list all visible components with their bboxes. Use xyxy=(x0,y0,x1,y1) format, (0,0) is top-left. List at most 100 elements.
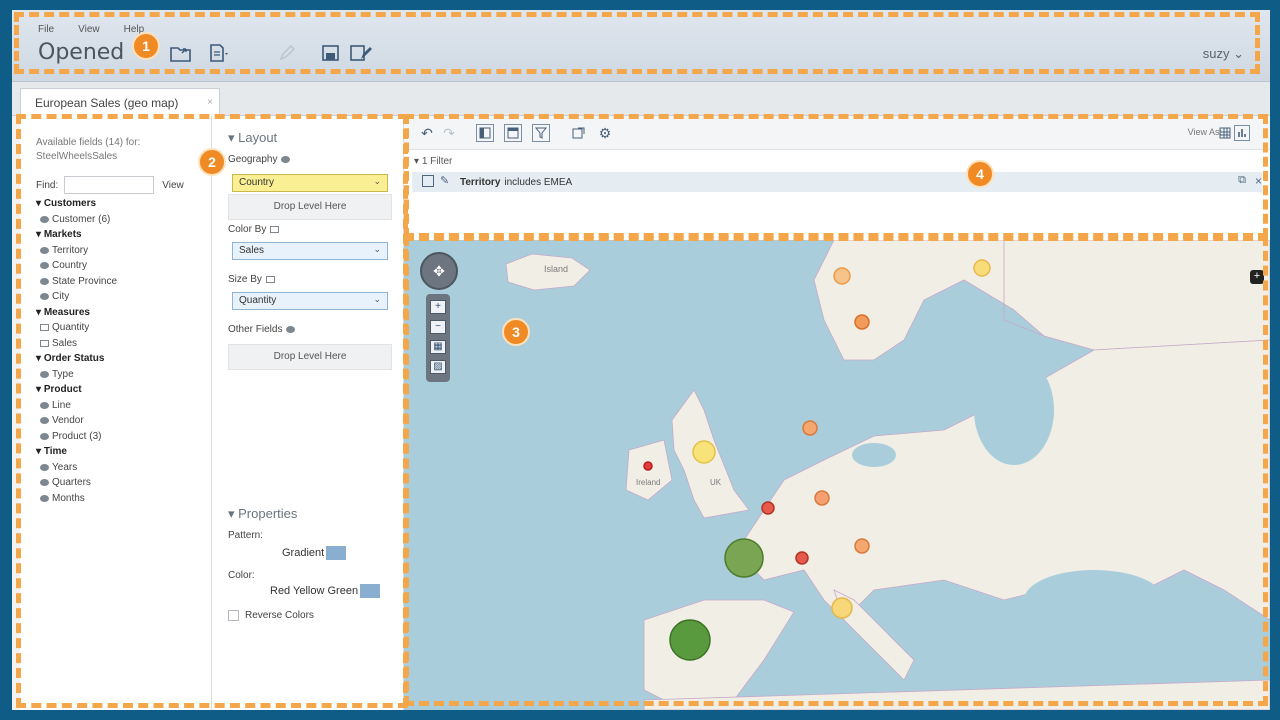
fields-header: Available fields (14) for: SteelWheelsSa… xyxy=(36,136,140,164)
layout-toggle-icon[interactable] xyxy=(476,124,494,142)
field-item[interactable]: Customer (6) xyxy=(36,212,117,228)
pattern-select[interactable]: Gradient xyxy=(282,546,347,560)
color-label: Color: xyxy=(228,570,255,581)
field-tree: ▾ Customers Customer (6) ▾ Markets Terri… xyxy=(36,196,117,506)
level-icon xyxy=(40,401,49,409)
field-item[interactable]: Line xyxy=(36,398,117,414)
layout-section-title[interactable]: ▾ Layout xyxy=(228,130,277,146)
save-icon[interactable] xyxy=(318,42,344,64)
filter-condition: includes EMEA xyxy=(504,176,573,188)
tab-strip: European Sales (geo map) × xyxy=(12,82,1270,116)
level-icon xyxy=(40,246,49,254)
other-fields-drop-zone[interactable]: Drop Level Here xyxy=(228,344,392,370)
undo-icon[interactable]: ↶ xyxy=(418,124,436,142)
checkbox-box[interactable] xyxy=(228,610,239,621)
geography-label: Geography xyxy=(228,154,291,165)
zoom-control: + − ▦ ▨ xyxy=(426,294,450,382)
pan-control-icon[interactable]: ✥ xyxy=(420,252,458,290)
expand-map-icon[interactable]: + xyxy=(1250,270,1264,284)
menu-view[interactable]: View xyxy=(78,24,100,35)
chevron-down-icon: ⌄ xyxy=(373,176,381,186)
available-fields-panel: Available fields (14) for: SteelWheelsSa… xyxy=(20,116,212,710)
save-as-icon[interactable] xyxy=(348,42,374,64)
properties-section-title[interactable]: ▾ Properties xyxy=(228,506,297,522)
user-menu[interactable]: suzy ⌄ xyxy=(1203,46,1244,62)
geography-select[interactable]: Country ⌄ xyxy=(232,174,388,192)
edit-disabled-icon xyxy=(274,42,300,64)
filter-select-icon[interactable] xyxy=(422,175,434,187)
remove-filter-icon[interactable]: × xyxy=(1255,174,1262,188)
map-layer-icon[interactable]: ▦ xyxy=(430,340,446,354)
level-icon xyxy=(286,326,296,333)
size-by-select[interactable]: Quantity ⌄ xyxy=(232,292,388,310)
field-item[interactable]: City xyxy=(36,289,117,305)
measure-icon xyxy=(270,226,280,233)
measure-icon xyxy=(265,276,275,283)
chart-view-icon[interactable] xyxy=(1234,125,1250,141)
group-time[interactable]: ▾ Time xyxy=(36,444,117,460)
field-item[interactable]: Vendor xyxy=(36,413,117,429)
color-by-select[interactable]: Sales ⌄ xyxy=(232,242,388,260)
level-icon xyxy=(40,417,49,425)
report-canvas: ↶ ↷ ⚙ View As: ▾ 1 Filter Territory incl… xyxy=(404,116,1270,710)
table-icon[interactable] xyxy=(504,124,522,142)
find-input[interactable] xyxy=(64,176,155,194)
field-item[interactable]: Months xyxy=(36,491,117,507)
chevron-down-icon xyxy=(326,546,347,560)
map-land xyxy=(505,240,1270,710)
group-product[interactable]: ▾ Product xyxy=(36,382,117,398)
field-item[interactable]: Product (3) xyxy=(36,429,117,445)
tab-european-sales[interactable]: European Sales (geo map) × xyxy=(20,88,220,116)
group-customers[interactable]: ▾ Customers xyxy=(36,196,117,212)
filter-header[interactable]: ▾ 1 Filter xyxy=(414,156,452,167)
map-label-iceland: Island xyxy=(544,264,569,274)
level-icon xyxy=(40,463,49,471)
field-item[interactable]: Territory xyxy=(36,243,117,259)
filter-row[interactable]: Territory includes EMEA xyxy=(412,172,1262,192)
view-link[interactable]: View xyxy=(162,180,184,191)
field-item[interactable]: Years xyxy=(36,460,117,476)
new-report-icon[interactable] xyxy=(206,42,232,64)
field-item[interactable]: Quantity xyxy=(36,320,117,336)
layout-panel: ▾ Layout Geography Country ⌄ Drop Level H… xyxy=(212,116,404,710)
callout-badge-2: 2 xyxy=(198,148,226,176)
grid-view-icon[interactable] xyxy=(1218,126,1232,140)
field-item[interactable]: State Province xyxy=(36,274,117,290)
field-item[interactable]: Country xyxy=(36,258,117,274)
satellite-layer-icon[interactable]: ▨ xyxy=(430,360,446,374)
field-item[interactable]: Sales xyxy=(36,336,117,352)
filter-icon[interactable] xyxy=(532,124,550,142)
model-name: SteelWheelsSales xyxy=(36,151,118,162)
reverse-colors-checkbox[interactable]: Reverse Colors xyxy=(228,610,314,621)
level-icon xyxy=(281,156,291,163)
zoom-in-icon[interactable]: + xyxy=(430,300,446,314)
menu-file[interactable]: File xyxy=(38,24,54,35)
close-icon[interactable]: × xyxy=(207,97,213,108)
refresh-icon[interactable] xyxy=(570,124,588,142)
callout-badge-3: 3 xyxy=(502,318,530,346)
level-icon xyxy=(40,432,49,440)
filter-field: Territory xyxy=(460,176,501,188)
edit-filter-icon[interactable]: ⧉ xyxy=(1238,174,1246,187)
group-markets[interactable]: ▾ Markets xyxy=(36,227,117,243)
menu-bar: File View Help xyxy=(38,24,144,35)
geo-map[interactable]: Island Ireland UK ✥ + − ▦ ▨ + xyxy=(404,240,1270,710)
field-item[interactable]: Quarters xyxy=(36,475,117,491)
report-toolbar: ↶ ↷ ⚙ View As: xyxy=(404,116,1270,150)
geography-drop-zone[interactable]: Drop Level Here xyxy=(228,194,392,220)
group-measures[interactable]: ▾ Measures xyxy=(36,305,117,321)
color-select[interactable]: Red Yellow Green xyxy=(270,584,381,598)
settings-icon[interactable]: ⚙ xyxy=(596,124,614,142)
level-icon xyxy=(40,262,49,270)
level-icon xyxy=(40,215,49,223)
open-folder-icon[interactable] xyxy=(168,42,194,64)
zoom-out-icon[interactable]: − xyxy=(430,320,446,334)
level-icon xyxy=(40,277,49,285)
find-row: Find: View xyxy=(36,176,184,194)
redo-icon: ↷ xyxy=(443,124,455,141)
callout-badge-4: 4 xyxy=(966,160,994,188)
pencil-icon[interactable]: ✎ xyxy=(440,174,449,187)
group-order-status[interactable]: ▾ Order Status xyxy=(36,351,117,367)
field-item[interactable]: Type xyxy=(36,367,117,383)
chevron-down-icon: ⌄ xyxy=(373,294,381,304)
